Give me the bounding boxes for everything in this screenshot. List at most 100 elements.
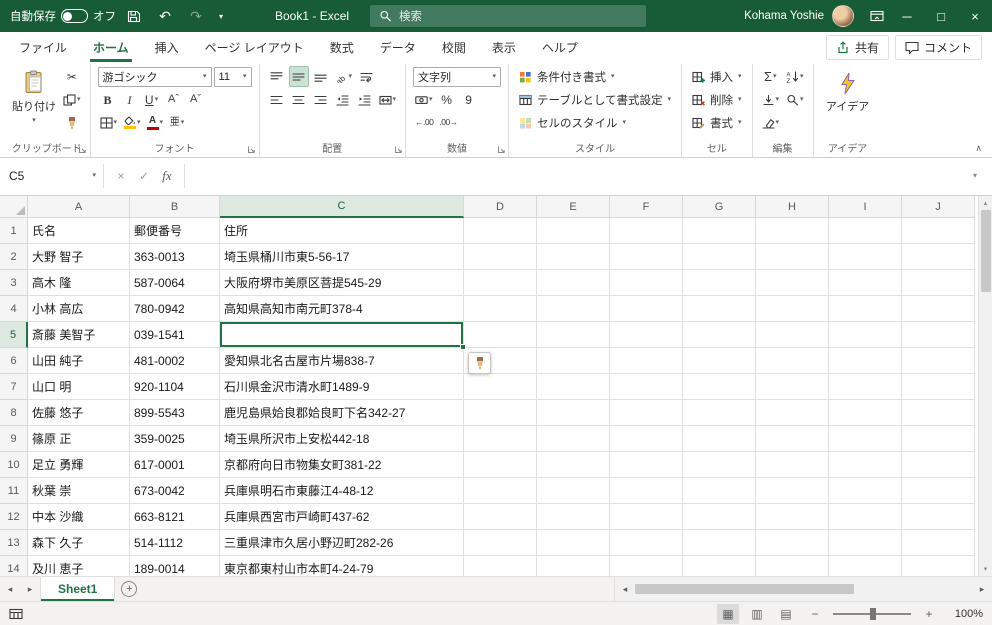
column-header-B[interactable]: B bbox=[130, 196, 220, 218]
cell-A1[interactable]: 氏名 bbox=[28, 218, 130, 244]
cell-G12[interactable] bbox=[683, 504, 756, 530]
row-header-5[interactable]: 5 bbox=[0, 322, 28, 348]
cell-C1[interactable]: 住所 bbox=[220, 218, 464, 244]
row-header-8[interactable]: 8 bbox=[0, 400, 28, 426]
cell-I6[interactable] bbox=[829, 348, 902, 374]
delete-cells-button[interactable]: 削除 ▾ bbox=[689, 89, 745, 110]
cell-J1[interactable] bbox=[902, 218, 975, 244]
column-header-C[interactable]: C bbox=[220, 196, 464, 218]
cell-F7[interactable] bbox=[610, 374, 683, 400]
cell-D7[interactable] bbox=[464, 374, 537, 400]
zoom-slider-thumb[interactable] bbox=[870, 607, 877, 620]
cell-F6[interactable] bbox=[610, 348, 683, 374]
cell-D12[interactable] bbox=[464, 504, 537, 530]
cell-A2[interactable]: 大野 智子 bbox=[28, 244, 130, 270]
cell-D10[interactable] bbox=[464, 452, 537, 478]
cell-G9[interactable] bbox=[683, 426, 756, 452]
cell-E10[interactable] bbox=[537, 452, 610, 478]
page-layout-view-button[interactable]: ▥ bbox=[746, 604, 768, 624]
cell-I8[interactable] bbox=[829, 400, 902, 426]
cell-A7[interactable]: 山口 明 bbox=[28, 374, 130, 400]
cell-E7[interactable] bbox=[537, 374, 610, 400]
cell-F9[interactable] bbox=[610, 426, 683, 452]
borders-button[interactable]: ▾ bbox=[98, 112, 120, 133]
alignment-dialog-launcher[interactable] bbox=[393, 144, 403, 154]
cell-E12[interactable] bbox=[537, 504, 610, 530]
cell-A5[interactable]: 斎藤 美智子 bbox=[28, 322, 130, 348]
decrease-decimal-button[interactable]: .00→ bbox=[437, 112, 459, 133]
cell-H8[interactable] bbox=[756, 400, 829, 426]
cell-B13[interactable]: 514-1112 bbox=[130, 530, 220, 556]
cell-H3[interactable] bbox=[756, 270, 829, 296]
cell-G10[interactable] bbox=[683, 452, 756, 478]
tab-insert[interactable]: 挿入 bbox=[142, 32, 192, 62]
cell-J13[interactable] bbox=[902, 530, 975, 556]
redo-button[interactable]: ↷ bbox=[183, 3, 209, 29]
cell-G3[interactable] bbox=[683, 270, 756, 296]
cell-F1[interactable] bbox=[610, 218, 683, 244]
insert-cells-button[interactable]: 挿入 ▾ bbox=[689, 66, 745, 87]
cell-B12[interactable]: 663-8121 bbox=[130, 504, 220, 530]
cell-E5[interactable] bbox=[537, 322, 610, 348]
column-header-J[interactable]: J bbox=[902, 196, 975, 218]
row-header-3[interactable]: 3 bbox=[0, 270, 28, 296]
cell-I13[interactable] bbox=[829, 530, 902, 556]
font-color-button[interactable]: A ▾ bbox=[145, 112, 166, 133]
cell-H11[interactable] bbox=[756, 478, 829, 504]
cell-G7[interactable] bbox=[683, 374, 756, 400]
cell-J9[interactable] bbox=[902, 426, 975, 452]
cell-H2[interactable] bbox=[756, 244, 829, 270]
font-name-select[interactable]: 游ゴシック ▾ bbox=[97, 66, 212, 87]
formula-input[interactable] bbox=[184, 163, 966, 188]
cell-J10[interactable] bbox=[902, 452, 975, 478]
orientation-button[interactable]: ab ▾ bbox=[333, 66, 355, 87]
cell-A3[interactable]: 高木 隆 bbox=[28, 270, 130, 296]
cell-C7[interactable]: 石川県金沢市清水町1489-9 bbox=[220, 374, 464, 400]
cell-I12[interactable] bbox=[829, 504, 902, 530]
tab-page-layout[interactable]: ページ レイアウト bbox=[192, 32, 317, 62]
cell-I3[interactable] bbox=[829, 270, 902, 296]
cell-A12[interactable]: 中本 沙織 bbox=[28, 504, 130, 530]
percent-style-button[interactable]: % bbox=[437, 89, 457, 110]
cell-A10[interactable]: 足立 勇輝 bbox=[28, 452, 130, 478]
tab-review[interactable]: 校閲 bbox=[429, 32, 479, 62]
cell-F5[interactable] bbox=[610, 322, 683, 348]
cell-F14[interactable] bbox=[610, 556, 683, 576]
hscroll-right-icon[interactable]: ▸ bbox=[972, 584, 992, 595]
cell-H6[interactable] bbox=[756, 348, 829, 374]
clear-button[interactable]: ▾ bbox=[760, 112, 782, 133]
cell-A14[interactable]: 及川 恵子 bbox=[28, 556, 130, 576]
format-painter-button[interactable] bbox=[61, 112, 83, 133]
cell-B3[interactable]: 587-0064 bbox=[130, 270, 220, 296]
cell-B10[interactable]: 617-0001 bbox=[130, 452, 220, 478]
bold-button[interactable]: B bbox=[98, 89, 118, 110]
cell-E4[interactable] bbox=[537, 296, 610, 322]
cell-J4[interactable] bbox=[902, 296, 975, 322]
normal-view-button[interactable]: ▦ bbox=[717, 603, 739, 624]
cell-H4[interactable] bbox=[756, 296, 829, 322]
align-middle-button[interactable] bbox=[288, 66, 309, 87]
share-button[interactable]: 共有 bbox=[825, 34, 889, 60]
cell-J8[interactable] bbox=[902, 400, 975, 426]
format-cells-button[interactable]: 書式 ▾ bbox=[689, 112, 745, 133]
cell-C9[interactable]: 埼玉県所沢市上安松442-18 bbox=[220, 426, 464, 452]
horizontal-scrollbar[interactable]: ◂ ▸ bbox=[614, 577, 992, 601]
cell-B1[interactable]: 郵便番号 bbox=[130, 218, 220, 244]
scroll-up-icon[interactable]: ▴ bbox=[979, 196, 992, 210]
row-header-11[interactable]: 11 bbox=[0, 478, 28, 504]
cell-A8[interactable]: 佐藤 悠子 bbox=[28, 400, 130, 426]
cell-G1[interactable] bbox=[683, 218, 756, 244]
fill-button[interactable]: ▾ bbox=[760, 89, 782, 110]
cell-E6[interactable] bbox=[537, 348, 610, 374]
cell-B8[interactable]: 899-5543 bbox=[130, 400, 220, 426]
column-header-I[interactable]: I bbox=[829, 196, 902, 218]
number-format-select[interactable]: 文字列 ▾ bbox=[413, 66, 502, 87]
cell-B4[interactable]: 780-0942 bbox=[130, 296, 220, 322]
phonetic-guide-button[interactable]: 亜 ▾ bbox=[167, 112, 187, 133]
cell-C10[interactable]: 京都府向日市物集女町381-22 bbox=[220, 452, 464, 478]
cell-E1[interactable] bbox=[537, 218, 610, 244]
cell-J5[interactable] bbox=[902, 322, 975, 348]
cell-D9[interactable] bbox=[464, 426, 537, 452]
cell-C8[interactable]: 鹿児島県姶良郡姶良町下名342-27 bbox=[220, 400, 464, 426]
cell-H7[interactable] bbox=[756, 374, 829, 400]
